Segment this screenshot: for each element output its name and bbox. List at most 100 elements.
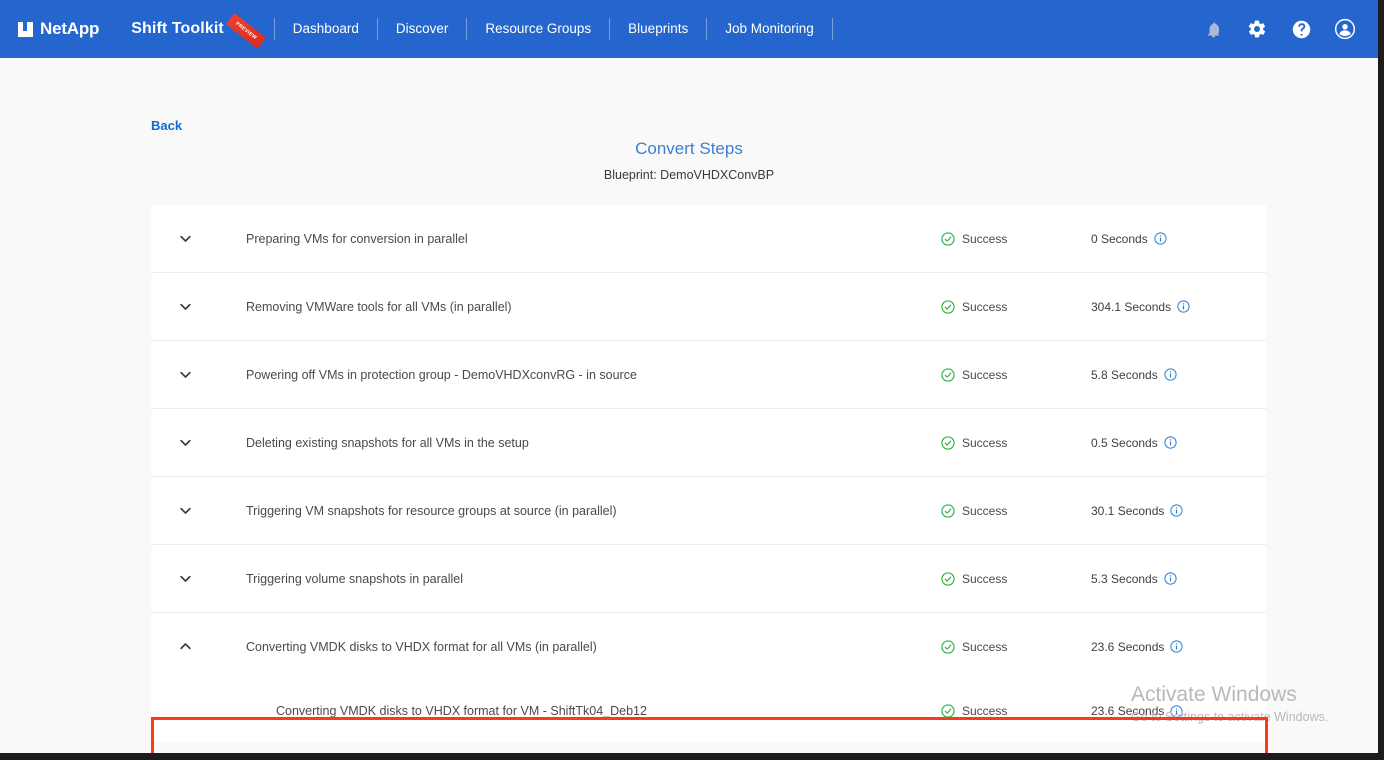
step-duration-text: 0.5 Seconds [1091, 436, 1158, 450]
step-label: Deleting existing snapshots for all VMs … [219, 436, 941, 450]
chevron-down-icon[interactable] [151, 571, 219, 586]
step-row[interactable]: Triggering VM snapshots for resource gro… [151, 477, 1266, 544]
step-row[interactable]: Removing VMWare tools for all VMs (in pa… [151, 273, 1266, 340]
substep-row[interactable]: Converting VMDK disks to VHDX format for… [151, 680, 1266, 742]
chevron-down-icon[interactable] [151, 435, 219, 450]
help-question-icon[interactable] [1290, 18, 1312, 40]
success-check-icon [941, 436, 955, 450]
step-duration-cell: 0 Seconds [1091, 232, 1266, 246]
user-account-icon[interactable] [1334, 18, 1356, 40]
nav-item-job-monitoring[interactable]: Job Monitoring [707, 0, 832, 58]
step-status-text: Success [962, 232, 1007, 246]
substep-label: Converting VMDK disks to VHDX format for… [219, 704, 941, 718]
info-icon[interactable] [1154, 232, 1167, 245]
step-row[interactable]: Triggering volume snapshots in parallel S… [151, 545, 1266, 612]
step-status-badge: Success [941, 300, 1091, 314]
success-check-icon [941, 504, 955, 518]
step-status-text: Success [962, 504, 1007, 518]
step-status-text: Success [962, 368, 1007, 382]
chevron-down-icon[interactable] [151, 367, 219, 382]
chevron-up-icon[interactable] [151, 639, 219, 654]
netapp-logo[interactable]: NetApp [18, 19, 99, 39]
step-status-badge: Success [941, 368, 1091, 382]
step-label: Preparing VMs for conversion in parallel [219, 232, 941, 246]
info-icon[interactable] [1170, 705, 1183, 718]
nav-item-blueprints[interactable]: Blueprints [610, 0, 706, 58]
settings-gear-icon[interactable] [1246, 18, 1268, 40]
success-check-icon [941, 572, 955, 586]
success-check-icon [941, 640, 955, 654]
info-icon[interactable] [1164, 436, 1177, 449]
info-icon[interactable] [1164, 368, 1177, 381]
product-name-group: Shift Toolkit PREVIEW [131, 20, 268, 38]
nav-item-discover[interactable]: Discover [378, 0, 467, 58]
preview-ribbon-label: PREVIEW [226, 13, 266, 49]
page-subtitle-blueprint: Blueprint: DemoVHDXConvBP [0, 168, 1378, 182]
page-content: Back Convert Steps Blueprint: DemoVHDXCo… [0, 58, 1378, 753]
step-label: Powering off VMs in protection group - D… [219, 368, 941, 382]
success-check-icon [941, 368, 955, 382]
convert-steps-list: Preparing VMs for conversion in parallel… [151, 205, 1266, 742]
step-label: Triggering VM snapshots for resource gro… [219, 504, 941, 518]
step-duration-cell: 5.8 Seconds [1091, 368, 1266, 382]
step-row[interactable]: Preparing VMs for conversion in parallel… [151, 205, 1266, 272]
step-card: Deleting existing snapshots for all VMs … [151, 409, 1266, 477]
info-icon[interactable] [1164, 572, 1177, 585]
step-duration-text: 5.3 Seconds [1091, 572, 1158, 586]
step-status-text: Success [962, 436, 1007, 450]
step-duration-cell: 30.1 Seconds [1091, 504, 1266, 518]
step-status-badge: Success [941, 640, 1091, 654]
step-label: Converting VMDK disks to VHDX format for… [219, 640, 941, 654]
step-status-badge: Success [941, 572, 1091, 586]
info-icon[interactable] [1170, 640, 1183, 653]
step-row[interactable]: Deleting existing snapshots for all VMs … [151, 409, 1266, 476]
chevron-down-icon[interactable] [151, 503, 219, 518]
step-duration-text: 304.1 Seconds [1091, 300, 1171, 314]
window-frame-right-edge [1378, 0, 1384, 760]
step-row[interactable]: Powering off VMs in protection group - D… [151, 341, 1266, 408]
step-card: Converting VMDK disks to VHDX format for… [151, 613, 1266, 742]
substep-duration-cell: 23.6 Seconds [1091, 704, 1266, 718]
notifications-bell-icon[interactable] [1202, 18, 1224, 40]
step-label: Removing VMWare tools for all VMs (in pa… [219, 300, 941, 314]
step-duration-text: 23.6 Seconds [1091, 640, 1164, 654]
step-card: Preparing VMs for conversion in parallel… [151, 205, 1266, 273]
step-status-badge: Success [941, 436, 1091, 450]
step-card: Triggering VM snapshots for resource gro… [151, 477, 1266, 545]
step-label: Triggering volume snapshots in parallel [219, 572, 941, 586]
preview-ribbon-badge: PREVIEW [226, 13, 266, 49]
step-card: Removing VMWare tools for all VMs (in pa… [151, 273, 1266, 341]
step-duration-cell: 5.3 Seconds [1091, 572, 1266, 586]
substep-status-text: Success [962, 704, 1007, 718]
success-check-icon [941, 704, 955, 718]
step-status-text: Success [962, 572, 1007, 586]
nav-item-dashboard[interactable]: Dashboard [275, 0, 377, 58]
netapp-logo-icon [18, 22, 33, 37]
success-check-icon [941, 232, 955, 246]
step-row[interactable]: Converting VMDK disks to VHDX format for… [151, 613, 1266, 680]
topbar-icon-group [1202, 18, 1378, 40]
window-frame-bottom-edge [0, 753, 1384, 760]
step-duration-text: 0 Seconds [1091, 232, 1148, 246]
page-title: Convert Steps [0, 139, 1378, 159]
step-duration-text: 30.1 Seconds [1091, 504, 1164, 518]
step-duration-cell: 0.5 Seconds [1091, 436, 1266, 450]
nav-separator [832, 18, 833, 40]
step-card: Triggering volume snapshots in parallel S… [151, 545, 1266, 613]
step-card: Powering off VMs in protection group - D… [151, 341, 1266, 409]
success-check-icon [941, 300, 955, 314]
info-icon[interactable] [1177, 300, 1190, 313]
chevron-down-icon[interactable] [151, 231, 219, 246]
netapp-logo-text: NetApp [40, 19, 99, 39]
nav-item-resource-groups[interactable]: Resource Groups [467, 0, 609, 58]
step-duration-cell: 23.6 Seconds [1091, 640, 1266, 654]
info-icon[interactable] [1170, 504, 1183, 517]
substep-duration-text: 23.6 Seconds [1091, 704, 1164, 718]
step-status-text: Success [962, 640, 1007, 654]
product-title: Shift Toolkit [131, 20, 224, 38]
step-duration-text: 5.8 Seconds [1091, 368, 1158, 382]
back-link[interactable]: Back [151, 118, 182, 133]
step-status-badge: Success [941, 232, 1091, 246]
chevron-down-icon[interactable] [151, 299, 219, 314]
top-navigation-bar: NetApp Shift Toolkit PREVIEW Dashboard D… [0, 0, 1378, 58]
